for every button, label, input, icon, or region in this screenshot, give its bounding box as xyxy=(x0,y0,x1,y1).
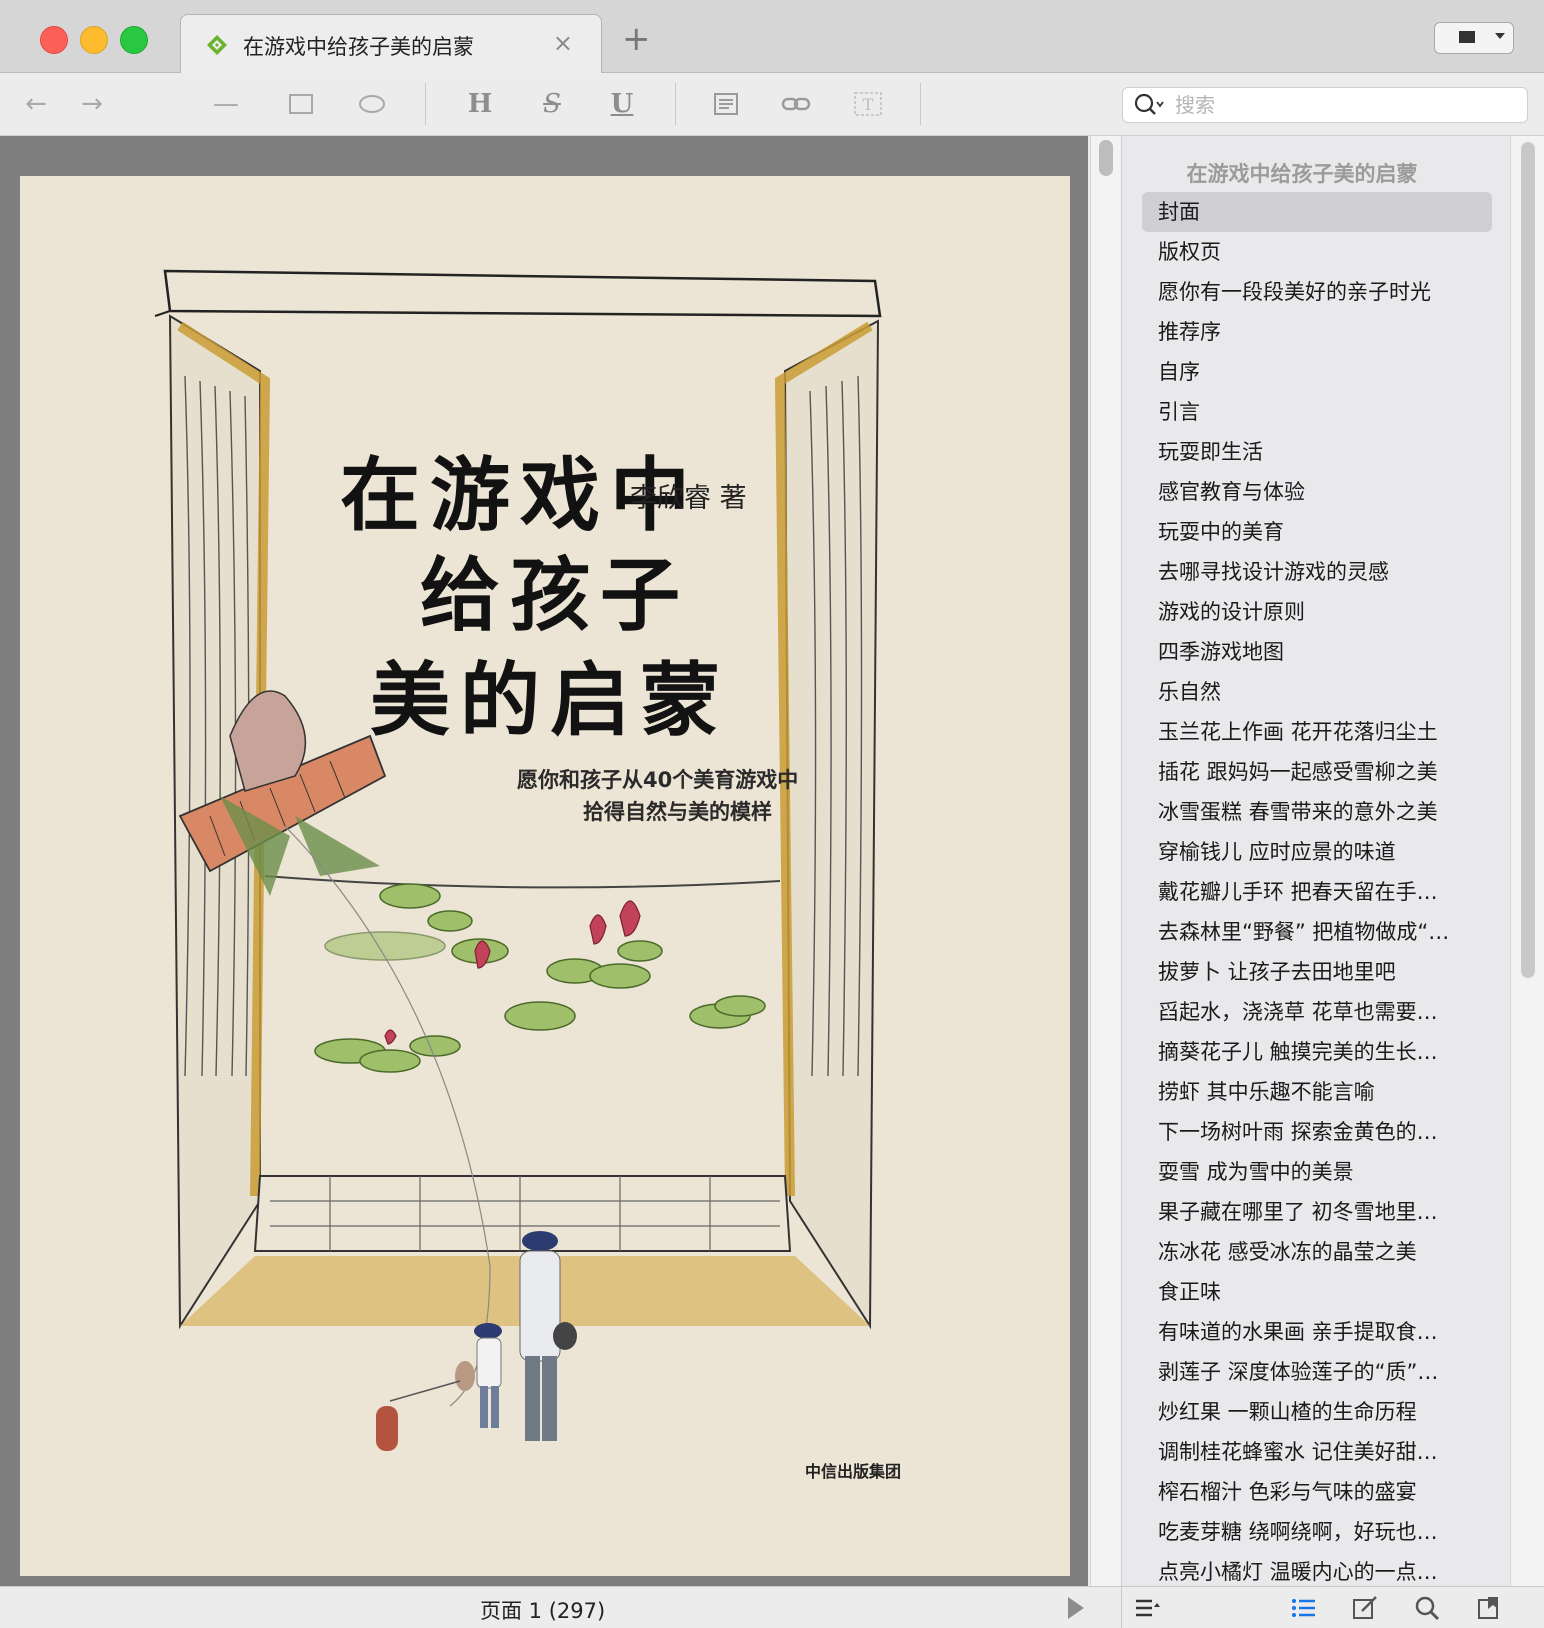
cover-title-line-3: 美的启蒙 xyxy=(370,653,730,747)
edit-note-icon[interactable] xyxy=(1352,1595,1378,1621)
svg-text:T: T xyxy=(863,95,874,114)
note-icon[interactable] xyxy=(710,87,742,121)
status-divider xyxy=(1121,1587,1122,1628)
toc-item[interactable]: 愿你有一段段美好的亲子时光 xyxy=(1142,272,1492,312)
toc-item[interactable]: 版权页 xyxy=(1142,232,1492,272)
title-bar: 在游戏中给孩子美的启蒙 × + xyxy=(0,0,1544,74)
toc-item[interactable]: 去森林里“野餐” 把植物做成“… xyxy=(1142,912,1492,952)
underline-icon[interactable]: U xyxy=(606,87,638,121)
sidebar-scroll-thumb[interactable] xyxy=(1521,142,1535,978)
toc-item[interactable]: 去哪寻找设计游戏的灵感 xyxy=(1142,552,1492,592)
toc-item[interactable]: 食正味 xyxy=(1142,1272,1492,1312)
search-icon xyxy=(1134,93,1164,115)
link-icon[interactable] xyxy=(780,87,812,121)
document-tab[interactable]: 在游戏中给孩子美的启蒙 × xyxy=(180,14,602,74)
cover-subtitle-line-2: 拾得自然与美的模样 xyxy=(583,800,772,824)
toc-list-icon[interactable] xyxy=(1290,1595,1316,1621)
toc-item[interactable]: 吃麦芽糖 绕啊绕啊，好玩也… xyxy=(1142,1512,1492,1552)
toolbar-divider xyxy=(425,83,426,125)
cover-illustration xyxy=(154,269,882,1451)
search-input[interactable] xyxy=(1173,92,1517,118)
cover-title-line-2: 给孩子 xyxy=(420,548,690,642)
cover-subtitle-line-1: 愿你和孩子从40个美育游戏中 xyxy=(517,768,799,792)
tab-title: 在游戏中给孩子美的启蒙 xyxy=(243,35,474,59)
view-mode-dropdown[interactable] xyxy=(1434,22,1514,54)
toc-item[interactable]: 榨石榴汁 色彩与气味的盛宴 xyxy=(1142,1472,1492,1512)
play-icon[interactable] xyxy=(1068,1597,1084,1619)
toc-item[interactable]: 穿榆钱儿 应时应景的味道 xyxy=(1142,832,1492,872)
toc-item[interactable]: 炒红果 一颗山楂的生命历程 xyxy=(1142,1392,1492,1432)
toc-item[interactable]: 引言 xyxy=(1142,392,1492,432)
toc-item[interactable]: 封面 xyxy=(1142,192,1492,232)
chevron-down-icon xyxy=(1495,33,1505,39)
ellipse-tool-icon[interactable] xyxy=(356,87,388,121)
toc-item[interactable]: 自序 xyxy=(1142,352,1492,392)
status-bar: 页面 1 (297) xyxy=(0,1586,1544,1628)
toc-item[interactable]: 点亮小橘灯 温暖内心的一点… xyxy=(1142,1552,1492,1586)
document-scrollbar[interactable] xyxy=(1090,136,1121,1586)
sidebar-scrollbar[interactable] xyxy=(1510,136,1544,1586)
strikethrough-icon[interactable]: S xyxy=(536,87,568,121)
view-mode-icon xyxy=(1459,31,1475,43)
toc-item[interactable]: 冰雪蛋糕 春雪带来的意外之美 xyxy=(1142,792,1492,832)
bookmark-icon[interactable] xyxy=(1476,1595,1502,1621)
toc-list: 封面 版权页 愿你有一段段美好的亲子时光 推荐序 自序 引言 玩耍即生活 感官教育与体验 玩耍中… xyxy=(1142,192,1492,1586)
toc-item[interactable]: 调制桂花蜂蜜水 记住美好甜… xyxy=(1142,1432,1492,1472)
document-view[interactable]: 在游戏中 李欣睿 著 给孩子 美的启蒙 愿你和孩子从40个美育游戏中 拾得自然与… xyxy=(0,136,1088,1586)
toc-item[interactable]: 冻冰花 感受冰冻的晶莹之美 xyxy=(1142,1232,1492,1272)
line-tool-icon[interactable]: — xyxy=(210,87,242,121)
toc-item[interactable]: 下一场树叶雨 探索金黄色的… xyxy=(1142,1112,1492,1152)
reader-window: 在游戏中给孩子美的启蒙 × + ← → — H S U T 搜索 在游戏中 李欣… xyxy=(0,0,1544,1628)
cover-author: 李欣睿 著 xyxy=(630,483,747,514)
new-tab-button[interactable]: + xyxy=(622,22,651,56)
tab-close-icon[interactable]: × xyxy=(553,29,573,57)
toc-title: 在游戏中给孩子美的启蒙 xyxy=(1186,162,1418,186)
back-arrow-icon[interactable]: ← xyxy=(20,87,52,121)
search-field[interactable] xyxy=(1122,87,1528,123)
maximize-window-button[interactable] xyxy=(120,26,148,54)
toc-item[interactable]: 玉兰花上作画 花开花落归尘土 xyxy=(1142,712,1492,752)
epub-icon xyxy=(207,35,227,55)
toc-item[interactable]: 插花 跟妈妈一起感受雪柳之美 xyxy=(1142,752,1492,792)
toc-item[interactable]: 乐自然 xyxy=(1142,672,1492,712)
toc-item[interactable]: 摘葵花子儿 触摸完美的生长… xyxy=(1142,1032,1492,1072)
cover-publisher: 中信出版集团 xyxy=(805,1462,902,1481)
toc-item[interactable]: 舀起水，浇浇草 花草也需要… xyxy=(1142,992,1492,1032)
toc-item[interactable]: 耍雪 成为雪中的美景 xyxy=(1142,1152,1492,1192)
toc-item[interactable]: 捞虾 其中乐趣不能言喻 xyxy=(1142,1072,1492,1112)
toc-item[interactable]: 玩耍中的美育 xyxy=(1142,512,1492,552)
toc-item[interactable]: 玩耍即生活 xyxy=(1142,432,1492,472)
forward-arrow-icon[interactable]: → xyxy=(76,87,108,121)
text-box-icon[interactable]: T xyxy=(852,87,884,121)
toolbar-divider xyxy=(920,83,921,125)
toolbar-divider xyxy=(675,83,676,125)
document-scroll-thumb[interactable] xyxy=(1099,140,1113,176)
heading-icon[interactable]: H xyxy=(464,87,496,121)
outline-menu-icon[interactable] xyxy=(1134,1595,1160,1621)
toc-item[interactable]: 拔萝卜 让孩子去田地里吧 xyxy=(1142,952,1492,992)
toc-item[interactable]: 剥莲子 深度体验莲子的“质”… xyxy=(1142,1352,1492,1392)
toc-item[interactable]: 果子藏在哪里了 初冬雪地里… xyxy=(1142,1192,1492,1232)
toc-item[interactable]: 推荐序 xyxy=(1142,312,1492,352)
book-cover-page: 在游戏中 李欣睿 著 给孩子 美的启蒙 愿你和孩子从40个美育游戏中 拾得自然与… xyxy=(20,176,1070,1576)
toolbar: ← → — H S U T xyxy=(0,73,1544,136)
toc-item[interactable]: 四季游戏地图 xyxy=(1142,632,1492,672)
page-indicator: 页面 1 (297) xyxy=(480,1599,606,1623)
rectangle-tool-icon[interactable] xyxy=(285,87,317,121)
toc-sidebar: 在游戏中给孩子美的启蒙 封面 版权页 愿你有一段段美好的亲子时光 推荐序 自序 引言 玩耍即… xyxy=(1121,136,1523,1586)
search-icon[interactable] xyxy=(1414,1595,1440,1621)
toc-item[interactable]: 感官教育与体验 xyxy=(1142,472,1492,512)
toc-item[interactable]: 有味道的水果画 亲手提取食… xyxy=(1142,1312,1492,1352)
close-window-button[interactable] xyxy=(40,26,68,54)
toc-item[interactable]: 游戏的设计原则 xyxy=(1142,592,1492,632)
minimize-window-button[interactable] xyxy=(80,26,108,54)
toc-item[interactable]: 戴花瓣儿手环 把春天留在手… xyxy=(1142,872,1492,912)
